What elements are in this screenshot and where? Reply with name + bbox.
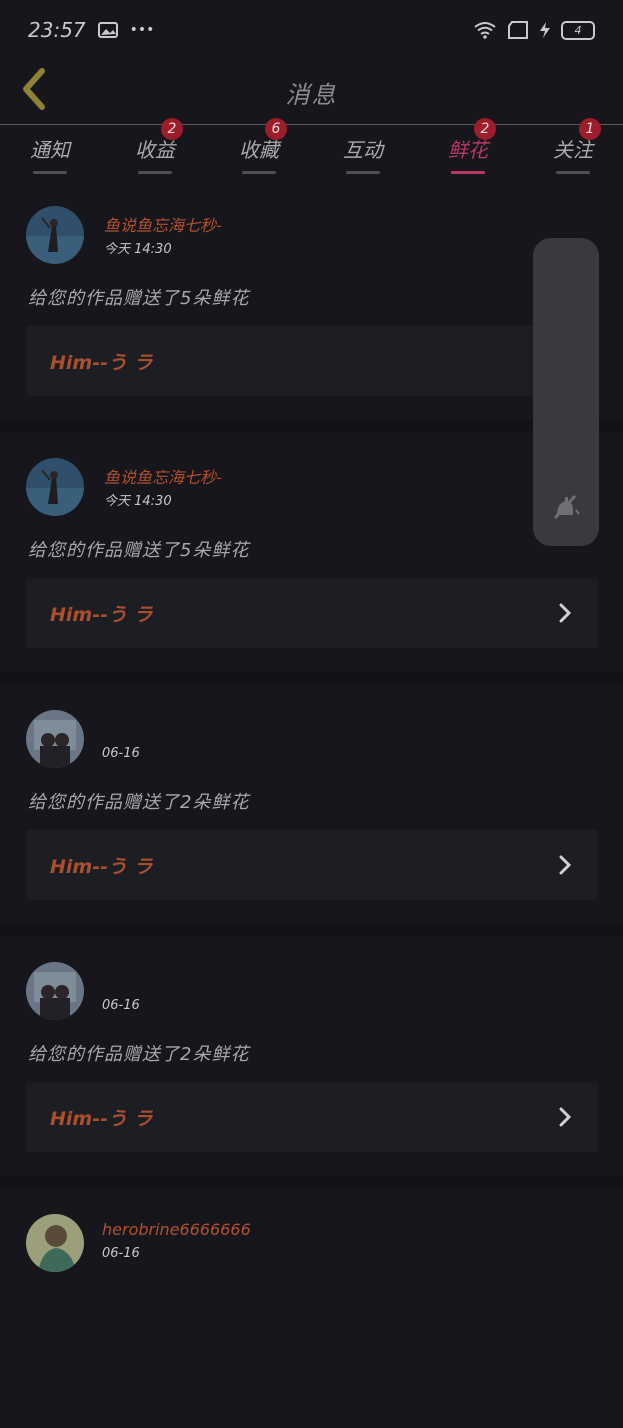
message-time: 06-16 (102, 998, 140, 1013)
list-item: herobrine6666666 06-16 (0, 1188, 623, 1428)
message-time: 今天 14:30 (104, 242, 172, 257)
work-link[interactable]: Him--う ラ (26, 1082, 598, 1152)
chevron-right-icon (558, 602, 572, 624)
tab-earnings[interactable]: 收益 2 (120, 118, 190, 175)
list-item: 鱼说鱼忘海七秒- 今天 14:30 给您的作品赠送了5朵鲜花 Him--う ラ (0, 432, 623, 672)
tab-underline (138, 171, 172, 174)
message-text: 给您的作品赠送了2朵鲜花 (28, 1044, 250, 1065)
message-text: 给您的作品赠送了5朵鲜花 (28, 540, 250, 561)
tab-interactions[interactable]: 互动 (328, 125, 398, 175)
charging-icon (539, 22, 551, 38)
battery-level: 4 (574, 23, 582, 37)
divider (0, 1176, 623, 1188)
battery-icon: 4 (561, 20, 595, 40)
work-title: Him--う ラ (50, 351, 153, 374)
status-dots: ••• (129, 22, 155, 38)
avatar[interactable] (26, 458, 84, 516)
tab-badge: 2 (161, 118, 183, 140)
avatar[interactable] (26, 962, 84, 1020)
status-time: 23:57 (28, 18, 86, 42)
list-item: 06-16 给您的作品赠送了2朵鲜花 Him--う ラ (0, 684, 623, 924)
message-text: 给您的作品赠送了2朵鲜花 (28, 792, 250, 813)
avatar[interactable] (26, 206, 84, 264)
tab-following[interactable]: 关注 1 (538, 118, 608, 175)
message-time: 06-16 (102, 746, 140, 761)
work-link[interactable]: Him--う ラ (26, 326, 598, 396)
sim-card-icon (507, 21, 529, 39)
volume-panel[interactable] (533, 238, 599, 546)
tab-label: 通知 (30, 138, 70, 162)
tab-bar: 通知 收益 2 收藏 6 互动 鲜花 2 关注 1 (0, 118, 623, 175)
image-icon (97, 22, 118, 38)
list-item: 鱼说鱼忘海七秒- 今天 14:30 给您的作品赠送了5朵鲜花 Him--う ラ (0, 180, 623, 420)
tab-favorites[interactable]: 收藏 6 (224, 118, 294, 175)
chevron-right-icon (558, 854, 572, 876)
work-title: Him--う ラ (50, 1107, 153, 1130)
page-title: 消息 (285, 80, 338, 109)
sender-name[interactable]: 鱼说鱼忘海七秒- (104, 212, 222, 236)
list-item: 06-16 给您的作品赠送了2朵鲜花 Him--う ラ (0, 936, 623, 1176)
chevron-right-icon (558, 1106, 572, 1128)
tab-underline (346, 171, 380, 174)
tab-underline (451, 171, 485, 174)
sender-name[interactable]: 鱼说鱼忘海七秒- (104, 464, 222, 488)
work-link[interactable]: Him--う ラ (26, 578, 598, 648)
tab-underline (242, 171, 276, 174)
sender-name[interactable]: herobrine6666666 (102, 1220, 251, 1239)
tab-underline (33, 171, 67, 174)
tab-label: 互动 (343, 138, 383, 162)
message-time: 今天 14:30 (104, 494, 172, 509)
message-text: 给您的作品赠送了5朵鲜花 (28, 288, 250, 309)
work-title: Him--う ラ (50, 603, 153, 626)
mute-icon[interactable] (551, 492, 581, 526)
work-title: Him--う ラ (50, 855, 153, 878)
chevron-left-icon (20, 68, 48, 114)
tab-flowers[interactable]: 鲜花 2 (433, 118, 503, 175)
status-bar: 23:57 ••• 4 (0, 0, 623, 60)
tab-badge: 1 (579, 118, 601, 140)
work-link[interactable]: Him--う ラ (26, 830, 598, 900)
tab-badge: 6 (265, 118, 287, 140)
divider (0, 924, 623, 936)
wifi-icon (473, 21, 497, 39)
tab-notifications[interactable]: 通知 (15, 125, 85, 175)
app-header: 消息 (0, 60, 623, 125)
divider (0, 420, 623, 432)
back-button[interactable] (14, 68, 54, 114)
tab-badge: 2 (474, 118, 496, 140)
divider (0, 672, 623, 684)
tab-underline (556, 171, 590, 174)
avatar[interactable] (26, 1214, 84, 1272)
message-time: 06-16 (102, 1246, 140, 1261)
avatar[interactable] (26, 710, 84, 768)
